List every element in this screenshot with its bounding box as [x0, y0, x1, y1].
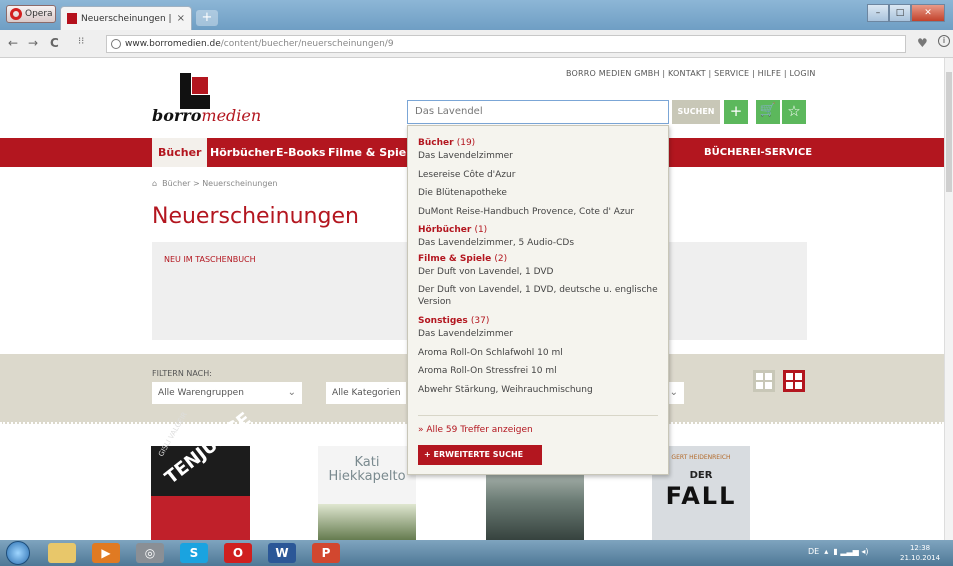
- borro-logo-icon[interactable]: [180, 73, 210, 109]
- suggestion-category[interactable]: Sonstiges (37): [418, 316, 489, 326]
- logo-text[interactable]: borromedien: [152, 106, 261, 125]
- suggestion-item[interactable]: Der Duft von Lavendel, 1 DVD: [418, 266, 658, 278]
- filter-kategorien-select[interactable]: Alle Kategorien: [326, 382, 406, 404]
- top-links[interactable]: BORRO MEDIEN GMBH | KONTAKT | SERVICE | …: [566, 69, 816, 78]
- url-field[interactable]: www.borromedien.de/content/buecher/neuer…: [106, 35, 906, 53]
- page-scrollbar[interactable]: [944, 58, 953, 540]
- scrollbar-thumb[interactable]: [946, 72, 952, 192]
- web-page: BORRO MEDIEN GMBH | KONTAKT | SERVICE | …: [0, 58, 953, 540]
- breadcrumb-text[interactable]: Bücher > Neuerscheinungen: [162, 179, 277, 188]
- reload-button[interactable]: C: [50, 36, 59, 50]
- signal-icon[interactable]: ▂▃▅: [840, 547, 858, 556]
- advanced-search-button[interactable]: + ERWEITERTE SUCHE: [418, 445, 542, 465]
- search-button[interactable]: SUCHEN: [672, 100, 720, 124]
- word-icon[interactable]: W: [268, 543, 296, 563]
- suggestion-item[interactable]: Aroma Roll-On Schlafwohl 10 ml: [418, 347, 658, 359]
- chevron-down-icon: ⌄: [669, 387, 678, 398]
- plus-button[interactable]: +: [724, 100, 748, 124]
- filter-warengruppen-value: Alle Warengruppen: [158, 388, 244, 398]
- suggestion-item[interactable]: Das Lavendelzimmer, 5 Audio-CDs: [418, 237, 658, 249]
- page-title: Neuerscheinungen: [152, 204, 359, 229]
- url-host: www.borromedien.de: [125, 39, 221, 49]
- taskbar: ▶ ◎ S O W P DE ▴ ▮ ▂▃▅ ◂) 12:38 21.10.20…: [0, 540, 953, 566]
- url-path: /content/buecher/neuerscheinungen/9: [220, 39, 394, 49]
- search-input[interactable]: Das Lavendel: [407, 100, 669, 124]
- nav-buecher[interactable]: Bücher: [152, 138, 208, 167]
- chevron-down-icon: ⌄: [287, 387, 296, 398]
- grid-view-icon[interactable]: [783, 370, 805, 392]
- search-suggestions: Bücher (19) Das Lavendelzimmer Lesereise…: [407, 125, 669, 475]
- opera-logo-icon: [10, 8, 22, 20]
- suggestion-category[interactable]: Bücher (19): [418, 138, 475, 148]
- suggestion-item[interactable]: Die Blütenapotheke: [418, 187, 658, 199]
- book-author: Kati Hiekkapelto: [328, 455, 406, 484]
- heart-icon[interactable]: ♥: [917, 36, 928, 50]
- opera-icon[interactable]: O: [224, 543, 252, 563]
- logo-part2: medien: [201, 106, 262, 125]
- forward-button[interactable]: →: [28, 36, 38, 50]
- suggestion-item[interactable]: Das Lavendelzimmer: [418, 150, 658, 162]
- tab-title: Neuerscheinungen | borro: [81, 13, 173, 24]
- book-cover[interactable]: GISLI VALGEIR TENJUNGE: [151, 409, 255, 540]
- suggestion-item[interactable]: Der Duft von Lavendel, 1 DVD, deutsche u…: [418, 284, 658, 308]
- clock-time: 12:38: [909, 544, 931, 552]
- clock[interactable]: 12:38 21.10.2014: [900, 543, 940, 563]
- minimize-button[interactable]: –: [867, 4, 889, 22]
- speed-dial-icon[interactable]: ⁝⁝: [78, 36, 84, 47]
- window-controls: – □ ✕: [867, 4, 945, 22]
- media-player-icon[interactable]: ▶: [92, 543, 120, 563]
- filter-kategorien-value: Alle Kategorien: [332, 388, 401, 398]
- book-title: FALL: [665, 482, 737, 510]
- suggestion-category[interactable]: Filme & Spiele (2): [418, 254, 507, 264]
- start-button-icon[interactable]: [6, 541, 30, 565]
- cart-icon[interactable]: 🛒: [756, 100, 780, 124]
- promo-label: NEU IM TASCHENBUCH: [164, 255, 256, 264]
- breadcrumb: ⌂ Bücher > Neuerscheinungen: [152, 179, 277, 188]
- info-icon[interactable]: i: [938, 35, 950, 47]
- book-cover[interactable]: Kati Hiekkapelto: [318, 446, 416, 540]
- list-view-icon[interactable]: [753, 370, 775, 392]
- opera-menu-button[interactable]: Opera: [6, 5, 56, 23]
- browser-tab[interactable]: Neuerscheinungen | borro ×: [60, 6, 192, 30]
- volume-icon[interactable]: ◂): [861, 547, 868, 556]
- opera-label: Opera: [25, 9, 53, 19]
- globe-icon: [111, 39, 121, 49]
- suggestion-item[interactable]: DuMont Reise-Handbuch Provence, Cote d' …: [418, 206, 658, 218]
- powerpoint-icon[interactable]: P: [312, 543, 340, 563]
- close-window-button[interactable]: ✕: [911, 4, 945, 22]
- suggestion-item[interactable]: Lesereise Côte d'Azur: [418, 169, 658, 181]
- explorer-icon[interactable]: [48, 543, 76, 563]
- suggestion-category[interactable]: Hörbücher (1): [418, 225, 487, 235]
- suggestion-item[interactable]: Das Lavendelzimmer: [418, 328, 658, 340]
- chrome-icon[interactable]: ◎: [136, 543, 164, 563]
- filter-warengruppen-select[interactable]: Alle Warengruppen ⌄: [152, 382, 302, 404]
- network-icon[interactable]: ▮: [833, 547, 837, 556]
- new-tab-button[interactable]: +: [196, 10, 218, 26]
- suggestion-item[interactable]: Aroma Roll-On Stressfrei 10 ml: [418, 365, 658, 377]
- star-icon[interactable]: ☆: [782, 100, 806, 124]
- back-button[interactable]: ←: [8, 36, 18, 50]
- suggestion-item[interactable]: Abwehr Stärkung, Weihrauchmischung: [418, 384, 658, 396]
- skype-icon[interactable]: S: [180, 543, 208, 563]
- show-all-results-link[interactable]: » Alle 59 Treffer anzeigen: [418, 425, 533, 435]
- dropdown-divider: [418, 415, 658, 416]
- nav-buecherei-service[interactable]: BÜCHEREI-SERVICE: [704, 138, 812, 167]
- maximize-button[interactable]: □: [889, 4, 911, 22]
- filter-label: FILTERN NACH:: [152, 369, 212, 378]
- home-icon[interactable]: ⌂: [152, 179, 157, 188]
- tab-close-icon[interactable]: ×: [177, 13, 185, 24]
- favicon-icon: [67, 13, 77, 24]
- language-indicator[interactable]: DE: [808, 547, 819, 556]
- clock-date: 21.10.2014: [900, 554, 941, 562]
- address-bar: ← → C ⁝⁝ www.borromedien.de/content/buec…: [0, 30, 953, 58]
- logo-part1: borro: [152, 106, 202, 125]
- system-tray: DE ▴ ▮ ▂▃▅ ◂): [808, 547, 869, 556]
- window-titlebar: Opera Neuerscheinungen | borro × + – □ ✕: [0, 0, 953, 30]
